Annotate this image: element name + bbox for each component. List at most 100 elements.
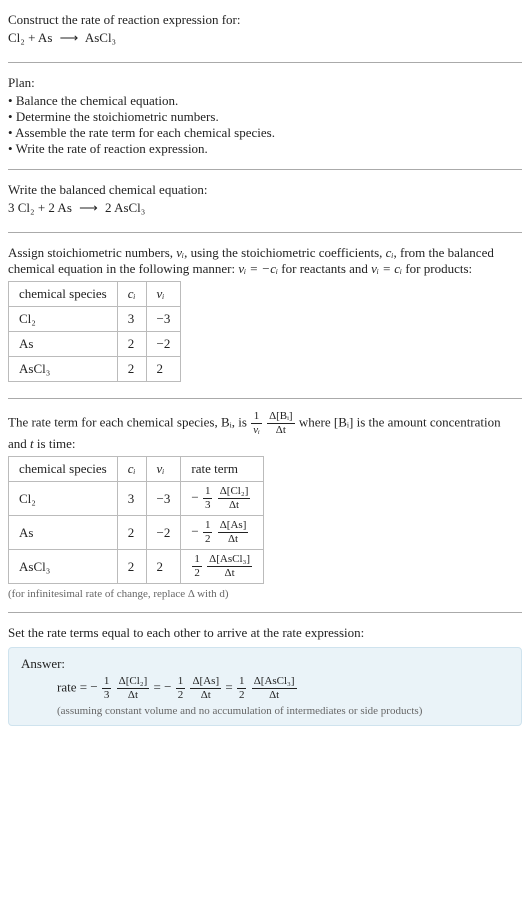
col-rate: rate term	[181, 457, 264, 482]
cell-nui: −2	[146, 516, 181, 550]
c-i: cᵢ	[386, 245, 394, 260]
cell-species: Cl₂	[9, 307, 118, 332]
table-header-row: chemical species cᵢ νᵢ rate term	[9, 457, 264, 482]
plan-item: Balance the chemical equation.	[8, 93, 522, 109]
plan-list: Balance the chemical equation. Determine…	[8, 93, 522, 157]
num: Δ[As]	[218, 520, 249, 533]
num: Δ[As]	[190, 676, 221, 689]
term: − 13 Δ[Cl₂]Δt	[90, 679, 153, 694]
delta-frac: Δ[Bᵢ] Δt	[267, 411, 295, 436]
num: 1	[176, 676, 186, 689]
cell-species: AsCl₃	[9, 357, 118, 382]
nu-i: νᵢ	[176, 245, 184, 260]
table-row: AsCl₃ 2 2 12 Δ[AsCl₃]Δt	[9, 550, 264, 584]
divider	[8, 62, 522, 63]
table-row: Cl₂ 3 −3	[9, 307, 181, 332]
prompt-section: Construct the rate of reaction expressio…	[8, 8, 522, 54]
num: 1	[192, 554, 202, 567]
cell-species: AsCl₃	[9, 550, 118, 584]
coeff-frac: 13	[102, 676, 112, 701]
text: where	[299, 414, 334, 429]
final-label: Set the rate terms equal to each other t…	[8, 625, 522, 641]
balanced-label: Write the balanced chemical equation:	[8, 182, 522, 198]
table-row: As 2 −2	[9, 332, 181, 357]
sign: −	[191, 523, 198, 538]
col-nui: νᵢ	[146, 457, 181, 482]
text: for products:	[402, 261, 472, 276]
text: Assign stoichiometric numbers,	[8, 245, 176, 260]
coeff-frac: 12	[192, 554, 202, 579]
text: , is	[232, 414, 250, 429]
text: , using the stoichiometric coefficients,	[184, 245, 386, 260]
cell-nui: 2	[146, 357, 181, 382]
prompt-equation: Cl₂ + As ⟶ AsCl₃	[8, 30, 522, 46]
coeff-frac: 12	[237, 676, 247, 701]
coeff-frac: 1 νᵢ	[251, 411, 262, 436]
col-nui: νᵢ	[146, 282, 181, 307]
cell-ci: 3	[117, 307, 146, 332]
divider	[8, 169, 522, 170]
den: 2	[237, 689, 247, 701]
den: Δt	[117, 689, 150, 701]
cell-nui: −3	[146, 482, 181, 516]
cell-species: As	[9, 516, 118, 550]
num: 1	[237, 676, 247, 689]
den: Δt	[190, 689, 221, 701]
col-ci: cᵢ	[117, 457, 146, 482]
text: is time:	[34, 436, 76, 451]
delta-num: Δ[Bᵢ]	[267, 411, 295, 424]
rate-terms-table: chemical species cᵢ νᵢ rate term Cl₂ 3 −…	[8, 456, 264, 584]
delta-frac: Δ[AsCl₃]Δt	[252, 676, 297, 701]
delta-frac: Δ[Cl₂]Δt	[117, 676, 150, 701]
den: 2	[176, 689, 186, 701]
balanced-rhs: 2 AsCl₃	[105, 200, 145, 215]
num: 1	[203, 520, 213, 533]
table-row: As 2 −2 − 12 Δ[As]Δt	[9, 516, 264, 550]
table-header-row: chemical species cᵢ νᵢ	[9, 282, 181, 307]
divider	[8, 398, 522, 399]
den: 2	[203, 533, 213, 545]
cell-rate-term: − 12 Δ[As]Δt	[181, 516, 264, 550]
text: The rate term for each chemical species,	[8, 414, 221, 429]
divider	[8, 612, 522, 613]
Bi: Bᵢ	[221, 414, 232, 429]
balanced-equation: 3 Cl₂ + 2 As ⟶ 2 AsCl₃	[8, 200, 522, 216]
plan-label: Plan:	[8, 75, 522, 91]
num: Δ[AsCl₃]	[252, 676, 297, 689]
cell-rate-term: − 13 Δ[Cl₂]Δt	[181, 482, 264, 516]
den: Δt	[218, 499, 251, 511]
den: 2	[192, 567, 202, 579]
cell-nui: −2	[146, 332, 181, 357]
col-species: chemical species	[9, 457, 118, 482]
num: Δ[Cl₂]	[117, 676, 150, 689]
rate-terms-section: The rate term for each chemical species,…	[8, 407, 522, 604]
prompt-rhs: AsCl₃	[85, 30, 116, 45]
sign: −	[90, 679, 97, 694]
arrow-icon: ⟶	[79, 200, 98, 216]
balanced-lhs: 3 Cl₂ + 2 As	[8, 200, 72, 215]
answer-box: Answer: rate = − 13 Δ[Cl₂]Δt = − 12 Δ[As…	[8, 647, 522, 726]
stoich-table: chemical species cᵢ νᵢ Cl₂ 3 −3 As 2 −2 …	[8, 281, 181, 382]
table-row: AsCl₃ 2 2	[9, 357, 181, 382]
cell-rate-term: 12 Δ[AsCl₃]Δt	[181, 550, 264, 584]
rate-terms-intro: The rate term for each chemical species,…	[8, 411, 522, 452]
col-species: chemical species	[9, 282, 118, 307]
table-row: Cl₂ 3 −3 − 13 Δ[Cl₂]Δt	[9, 482, 264, 516]
sign: −	[164, 679, 171, 694]
den: Δt	[207, 567, 252, 579]
term: − 12 Δ[As]Δt	[164, 679, 225, 694]
cell-species: As	[9, 332, 118, 357]
prompt-lhs: Cl₂ + As	[8, 30, 52, 45]
delta-frac: Δ[As]Δt	[218, 520, 249, 545]
text: for reactants and	[278, 261, 371, 276]
equals: =	[225, 679, 236, 694]
den: 3	[102, 689, 112, 701]
cell-ci: 2	[117, 357, 146, 382]
cell-nui: −3	[146, 307, 181, 332]
balanced-section: Write the balanced chemical equation: 3 …	[8, 178, 522, 224]
conc: [Bᵢ]	[334, 414, 353, 429]
stoich-intro: Assign stoichiometric numbers, νᵢ, using…	[8, 245, 522, 277]
prompt-label: Construct the rate of reaction expressio…	[8, 12, 522, 28]
delta-frac: Δ[AsCl₃]Δt	[207, 554, 252, 579]
cell-ci: 2	[117, 550, 146, 584]
